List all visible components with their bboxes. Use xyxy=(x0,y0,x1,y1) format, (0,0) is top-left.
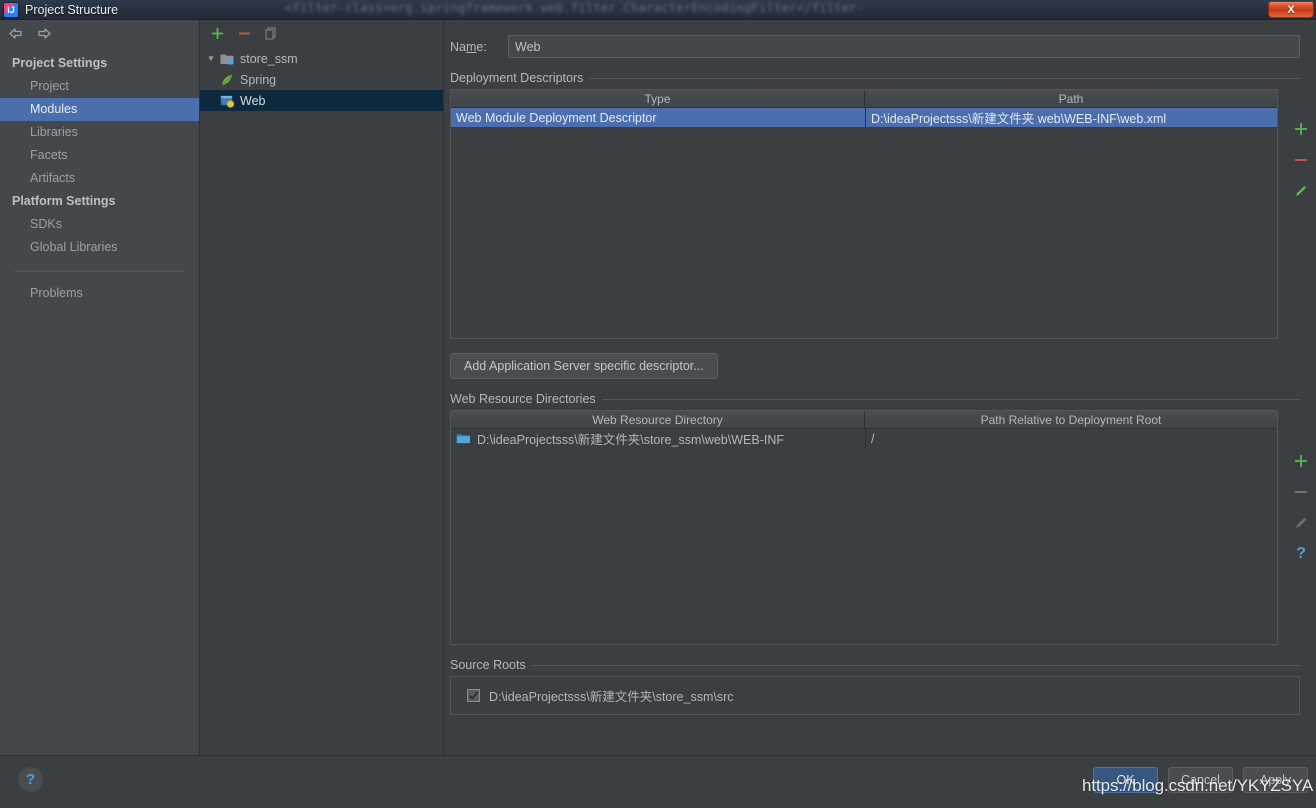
deployment-descriptors-toolbar xyxy=(1286,120,1316,200)
source-roots-caption-label: Source Roots xyxy=(450,658,526,672)
column-header-web-resource-directory[interactable]: Web Resource Directory xyxy=(451,411,865,428)
folder-icon xyxy=(456,432,471,445)
cell-path: D:\ideaProjectsss\新建文件夹 web\WEB-INF\web.… xyxy=(865,108,1277,127)
sidebar-item-global-libraries[interactable]: Global Libraries xyxy=(0,236,199,259)
sidebar-item-project[interactable]: Project xyxy=(0,75,199,98)
tree-node-spring[interactable]: Spring xyxy=(200,69,443,90)
spring-leaf-icon xyxy=(219,72,235,88)
pencil-icon xyxy=(1292,514,1310,532)
cell-text: D:\ideaProjectsss\新建文件夹\store_ssm\web\WE… xyxy=(477,433,785,447)
copy-icon[interactable] xyxy=(263,25,280,42)
apply-button[interactable]: Apply xyxy=(1243,767,1308,793)
table-row[interactable]: Web Module Deployment Descriptor D:\idea… xyxy=(451,108,1277,127)
module-content-panel: Name: Deployment Descriptors Type Path W… xyxy=(444,20,1316,755)
sidebar-nav-arrows xyxy=(0,20,199,46)
ok-button[interactable]: OK xyxy=(1093,767,1158,793)
column-header-relative-path[interactable]: Path Relative to Deployment Root xyxy=(865,411,1277,428)
tree-node-web[interactable]: Web xyxy=(200,90,443,111)
background-editor-text: <filter-class>org.springframework.web.fi… xyxy=(285,1,865,15)
question-icon[interactable]: ? xyxy=(18,767,43,792)
pencil-icon[interactable] xyxy=(1292,182,1310,200)
module-tree-panel: ▼ store_ssm Spring Web xyxy=(200,20,444,755)
cell-web-resource-directory: D:\ideaProjectsss\新建文件夹\store_ssm\web\WE… xyxy=(451,429,865,448)
sidebar-group-project-settings: Project Settings xyxy=(12,56,108,70)
deployment-descriptors-caption-label: Deployment Descriptors xyxy=(450,71,584,85)
web-resource-directories-caption: Web Resource Directories xyxy=(450,392,1300,406)
tree-node-store-ssm[interactable]: ▼ store_ssm xyxy=(200,48,443,69)
dialog-body: Project Settings Project Modules Librari… xyxy=(0,20,1316,808)
web-resource-directories-caption-label: Web Resource Directories xyxy=(450,392,596,406)
module-tree-list: ▼ store_ssm Spring Web xyxy=(200,48,443,111)
chevron-down-icon[interactable]: ▼ xyxy=(203,54,219,63)
settings-sidebar: Project Settings Project Modules Librari… xyxy=(0,20,200,755)
caption-rule xyxy=(601,398,1300,400)
column-header-path[interactable]: Path xyxy=(865,90,1277,107)
sidebar-group-platform-settings: Platform Settings xyxy=(12,194,116,208)
cancel-button[interactable]: Cancel xyxy=(1168,767,1233,793)
plus-icon[interactable] xyxy=(209,25,226,42)
sidebar-divider xyxy=(14,271,185,272)
source-roots-box: D:\ideaProjectsss\新建文件夹\store_ssm\src xyxy=(450,676,1300,715)
web-facet-icon xyxy=(219,93,235,109)
table-header: Web Resource Directory Path Relative to … xyxy=(451,411,1277,429)
plus-icon[interactable] xyxy=(1292,452,1310,470)
tree-node-label: store_ssm xyxy=(240,51,298,66)
close-icon[interactable]: X xyxy=(1268,1,1314,18)
caption-rule xyxy=(531,664,1300,666)
sidebar-item-facets[interactable]: Facets xyxy=(0,144,199,167)
sidebar-item-artifacts[interactable]: Artifacts xyxy=(0,167,199,190)
source-root-checkbox[interactable] xyxy=(467,689,480,702)
sidebar-item-problems[interactable]: Problems xyxy=(0,282,199,305)
name-input[interactable] xyxy=(508,35,1300,58)
source-root-label: D:\ideaProjectsss\新建文件夹\store_ssm\src xyxy=(489,690,734,704)
module-tree-toolbar xyxy=(200,20,443,46)
source-roots-caption: Source Roots xyxy=(450,658,1300,672)
cell-relative-path: / xyxy=(865,429,1277,448)
caption-rule xyxy=(589,77,1300,79)
table-header: Type Path xyxy=(451,90,1277,108)
name-row: Name: xyxy=(450,35,1300,58)
sidebar-item-modules[interactable]: Modules xyxy=(0,98,199,121)
footer-button-row: OK Cancel Apply xyxy=(1093,767,1308,793)
deployment-descriptors-caption: Deployment Descriptors xyxy=(450,71,1300,85)
module-folder-icon xyxy=(219,51,235,67)
minus-icon xyxy=(1292,483,1310,501)
sidebar-list: Project Settings Project Modules Librari… xyxy=(0,52,199,305)
intellij-idea-icon: IJ xyxy=(4,2,18,17)
table-row[interactable]: D:\ideaProjectsss\新建文件夹\store_ssm\web\WE… xyxy=(451,429,1277,448)
name-label: Name: xyxy=(450,39,487,54)
tree-node-label: Web xyxy=(240,93,266,108)
column-header-type[interactable]: Type xyxy=(451,90,865,107)
tree-node-label: Spring xyxy=(240,72,277,87)
dialog-footer: ? OK Cancel Apply xyxy=(0,755,1316,808)
deployment-descriptors-table: Type Path Web Module Deployment Descript… xyxy=(450,89,1278,339)
plus-icon[interactable] xyxy=(1292,120,1310,138)
web-resource-directories-table: Web Resource Directory Path Relative to … xyxy=(450,410,1278,645)
minus-icon[interactable] xyxy=(236,25,253,42)
window-titlebar: <filter-class>org.springframework.web.fi… xyxy=(0,0,1316,20)
project-structure-dialog: <filter-class>org.springframework.web.fi… xyxy=(0,0,1316,808)
web-resource-directories-toolbar: ? xyxy=(1286,452,1316,563)
add-app-server-descriptor-button[interactable]: Add Application Server specific descript… xyxy=(450,353,718,379)
cell-type: Web Module Deployment Descriptor xyxy=(456,110,657,125)
arrow-left-icon[interactable] xyxy=(8,27,23,40)
minus-icon[interactable] xyxy=(1292,151,1310,169)
question-icon[interactable]: ? xyxy=(1292,545,1310,563)
sidebar-item-sdks[interactable]: SDKs xyxy=(0,213,199,236)
sidebar-item-libraries[interactable]: Libraries xyxy=(0,121,199,144)
arrow-right-icon[interactable] xyxy=(37,27,52,40)
window-title: Project Structure xyxy=(25,2,119,17)
